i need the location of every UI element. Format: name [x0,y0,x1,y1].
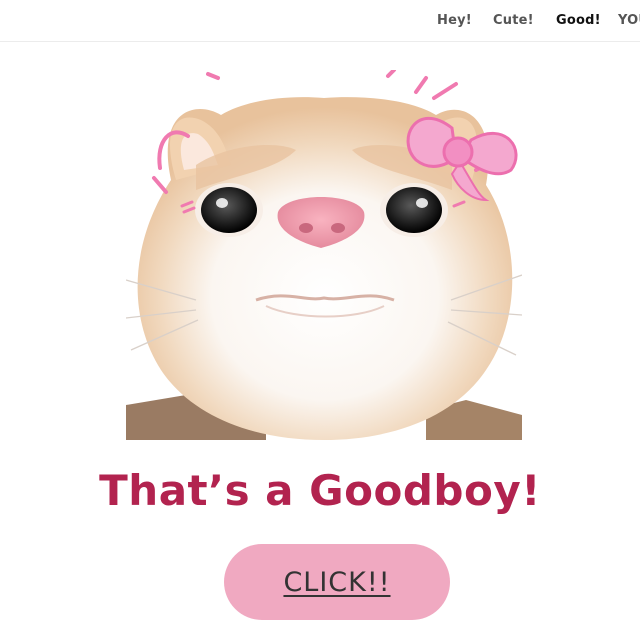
click-button[interactable]: CLICK!! [224,544,450,620]
nav-item-cute[interactable]: Cute! [493,13,534,28]
top-nav: Hey! Cute! Good! YOU [0,0,640,42]
hero-cat-image [126,70,522,440]
nav-item-you[interactable]: YOU [618,13,640,28]
nav-item-hey[interactable]: Hey! [437,13,472,28]
headline: That’s a Goodboy! [99,466,541,515]
nav-item-good[interactable]: Good! [556,13,601,28]
page: Hey! Cute! Good! YOU [0,0,640,640]
click-button-label: CLICK!! [283,566,391,598]
